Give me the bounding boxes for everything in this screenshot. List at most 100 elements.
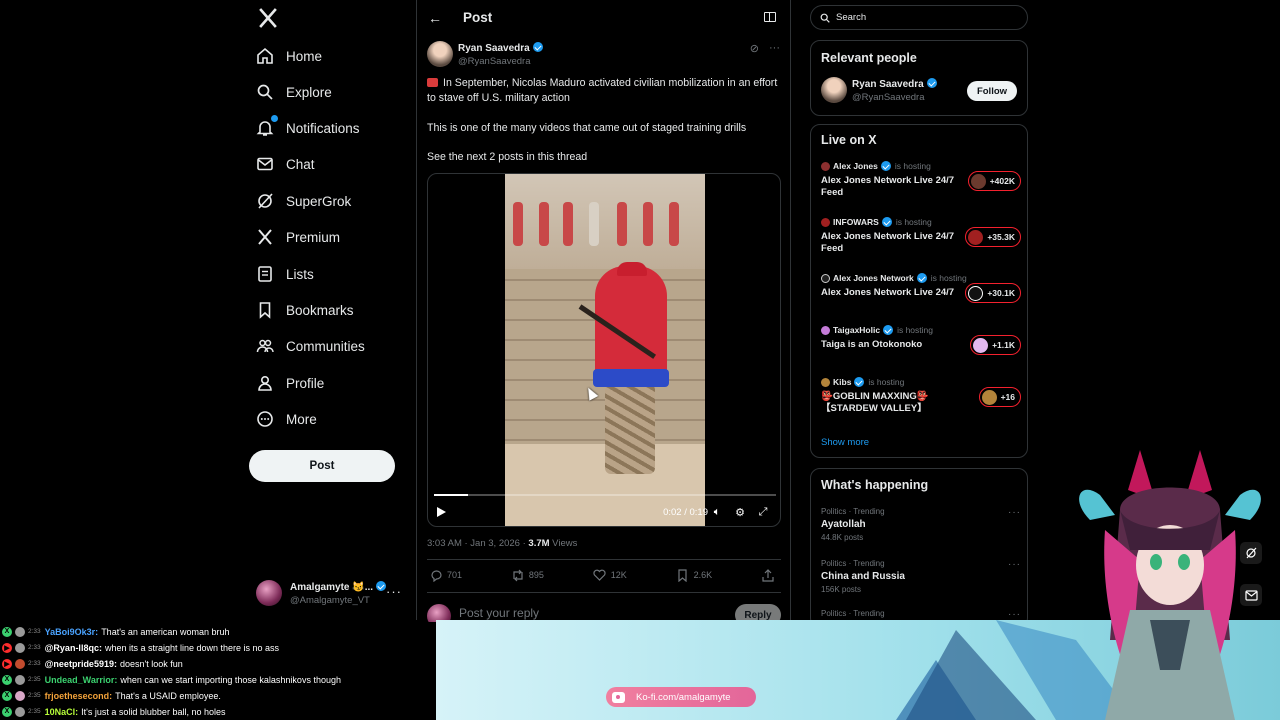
nav-label: Chat bbox=[286, 156, 315, 172]
reply-action[interactable]: 701 bbox=[429, 568, 462, 582]
repost-action[interactable]: 895 bbox=[511, 568, 544, 582]
chat-text: It's just a solid blubber ball, no holes bbox=[81, 706, 226, 717]
show-more-link[interactable]: Show more bbox=[821, 437, 869, 448]
video-frame bbox=[505, 174, 705, 526]
more-icon[interactable]: ··· bbox=[769, 42, 780, 55]
chat-message: ▶ 2:33 @neetpride5919: doesn't look fun bbox=[2, 656, 183, 671]
live-title: Taiga is an Otokonoko bbox=[821, 339, 923, 350]
reader-mode-icon[interactable] bbox=[764, 12, 776, 22]
post-timestamp[interactable]: 3:03 AM · Jan 3, 2026 · bbox=[427, 538, 526, 549]
more-icon[interactable]: ··· bbox=[1008, 609, 1021, 620]
x-platform-icon: X bbox=[2, 674, 12, 685]
trend-item[interactable]: Politics · Trending ··· bbox=[821, 609, 1021, 620]
verified-badge-icon bbox=[881, 217, 892, 227]
live-item[interactable]: Alex Jones Network is hosting Alex Jones … bbox=[821, 273, 1021, 317]
nav-explore[interactable]: Explore bbox=[256, 76, 332, 108]
nav-chat[interactable]: Chat bbox=[256, 148, 315, 180]
x-platform-icon: X bbox=[2, 626, 12, 637]
account-switcher[interactable]: Amalgamyte 😼... @Amalgamyte_VT ··· bbox=[256, 576, 412, 610]
nav-lists[interactable]: Lists bbox=[256, 258, 314, 290]
nav-communities[interactable]: Communities bbox=[256, 330, 365, 362]
avatar[interactable] bbox=[427, 41, 453, 67]
hosting-label: is hosting bbox=[894, 161, 931, 171]
grok-icon[interactable] bbox=[1240, 542, 1262, 564]
nav-premium[interactable]: Premium bbox=[256, 221, 340, 253]
grok-icon bbox=[256, 192, 274, 210]
settings-icon[interactable]: ⚙︎ bbox=[733, 505, 747, 519]
x-logo-icon[interactable] bbox=[258, 8, 278, 28]
nav-profile[interactable]: Profile bbox=[256, 367, 324, 399]
nav-home[interactable]: Home bbox=[256, 40, 322, 72]
verified-badge-icon bbox=[376, 580, 387, 591]
verified-badge-icon bbox=[926, 77, 937, 88]
reply-input[interactable]: Post your reply bbox=[459, 606, 539, 620]
grok-icon[interactable]: ⊘ bbox=[750, 42, 759, 55]
play-icon[interactable] bbox=[437, 507, 446, 517]
fullscreen-icon[interactable]: ⤢ bbox=[756, 505, 770, 519]
nav-notifications[interactable]: Notifications bbox=[256, 112, 360, 144]
bookmark-action[interactable]: 2.6K bbox=[676, 568, 712, 582]
nav-label: Profile bbox=[286, 375, 325, 391]
x-icon bbox=[256, 228, 274, 246]
kofi-label: Ko-fi.com/amalgamyte bbox=[636, 691, 731, 703]
more-icon[interactable]: ··· bbox=[1008, 507, 1021, 518]
trend-item[interactable]: Politics · Trending China and Russia 156… bbox=[821, 559, 1021, 594]
avatar bbox=[15, 658, 25, 669]
chat-user: 10NaCl: bbox=[44, 706, 79, 717]
notification-dot bbox=[271, 115, 278, 122]
nav-more[interactable]: More bbox=[256, 403, 317, 435]
more-icon[interactable]: ··· bbox=[1008, 559, 1021, 570]
live-item[interactable]: INFOWARS is hosting Alex Jones Network Li… bbox=[821, 217, 1021, 261]
avatar bbox=[15, 706, 25, 717]
post-meta: 3:03 AM · Jan 3, 2026 · 3.7M Views bbox=[427, 538, 577, 549]
post-author[interactable]: Ryan Saavedra @RyanSaavedra bbox=[427, 41, 543, 67]
like-action[interactable]: 12K bbox=[593, 568, 627, 582]
youtube-icon: ▶ bbox=[2, 642, 12, 653]
show-thread-link[interactable]: See the next 2 posts in this thread bbox=[427, 150, 779, 165]
nav-label: SuperGrok bbox=[286, 193, 352, 209]
live-item[interactable]: TaigaxHolic is hosting Taiga is an Otokon… bbox=[821, 325, 1021, 369]
chat-time: 2:35 bbox=[28, 676, 41, 683]
trend-category: Politics · Trending bbox=[821, 559, 885, 568]
person-icon bbox=[256, 374, 274, 392]
host-avatar bbox=[821, 325, 830, 335]
mail-icon[interactable] bbox=[1240, 584, 1262, 606]
avatar bbox=[821, 77, 847, 103]
like-count: 12K bbox=[610, 570, 627, 580]
relevant-person[interactable]: Ryan Saavedra @RyanSaavedra bbox=[821, 77, 937, 103]
volume-icon[interactable]: 🔈︎ bbox=[710, 505, 724, 519]
post-button[interactable]: Post bbox=[249, 450, 395, 482]
follow-button[interactable]: Follow bbox=[967, 81, 1017, 101]
avatar bbox=[15, 690, 25, 701]
video-progress-bar[interactable] bbox=[434, 494, 776, 496]
chat-message: X 2:35 10NaCl: It's just a solid blubber… bbox=[2, 704, 226, 719]
live-listener-pill: +35.3K bbox=[965, 227, 1021, 247]
search-input[interactable]: Search bbox=[810, 5, 1028, 30]
chat-text: doesn't look fun bbox=[119, 658, 183, 669]
live-title: 👺GOBLIN MAXXING👺【STARDEW VALLEY】 bbox=[821, 391, 929, 414]
author-handle: @RyanSaavedra bbox=[458, 55, 531, 67]
share-action[interactable] bbox=[761, 568, 779, 582]
post-text-2: This is one of the many videos that came… bbox=[427, 122, 747, 134]
more-icon[interactable]: ··· bbox=[386, 584, 402, 599]
back-arrow-icon[interactable]: ← bbox=[428, 10, 442, 26]
stream-chat: X 2:33 YaBoi9Ok3r: That's an american wo… bbox=[0, 622, 436, 720]
search-icon bbox=[820, 13, 830, 23]
avatar bbox=[256, 580, 282, 606]
account-handle: @Amalgamyte_VT bbox=[290, 594, 370, 606]
live-item[interactable]: Kibs is hosting 👺GOBLIN MAXXING👺【STARDEW … bbox=[821, 377, 1021, 421]
search-icon bbox=[256, 83, 274, 101]
trend-item[interactable]: Politics · Trending Ayatollah 44.8K post… bbox=[821, 507, 1021, 542]
video-player[interactable]: 0:02 / 0:19 🔈︎ ⚙︎ ⤢ bbox=[427, 173, 781, 527]
nav-bookmarks[interactable]: Bookmarks bbox=[256, 294, 354, 326]
chat-time: 2:33 bbox=[28, 628, 41, 635]
listener-count: +16 bbox=[1000, 392, 1015, 402]
relevant-people-card: Relevant people Ryan Saavedra @RyanSaave… bbox=[810, 40, 1028, 116]
card-title: Live on X bbox=[821, 133, 877, 147]
bookmark-icon bbox=[676, 568, 690, 582]
kofi-link[interactable]: Ko-fi.com/amalgamyte bbox=[606, 687, 756, 707]
trend-category: Politics · Trending bbox=[821, 507, 885, 516]
mail-icon bbox=[256, 155, 274, 173]
nav-supergrok[interactable]: SuperGrok bbox=[256, 185, 351, 217]
live-item[interactable]: Alex Jones is hosting Alex Jones Network … bbox=[821, 161, 1021, 205]
